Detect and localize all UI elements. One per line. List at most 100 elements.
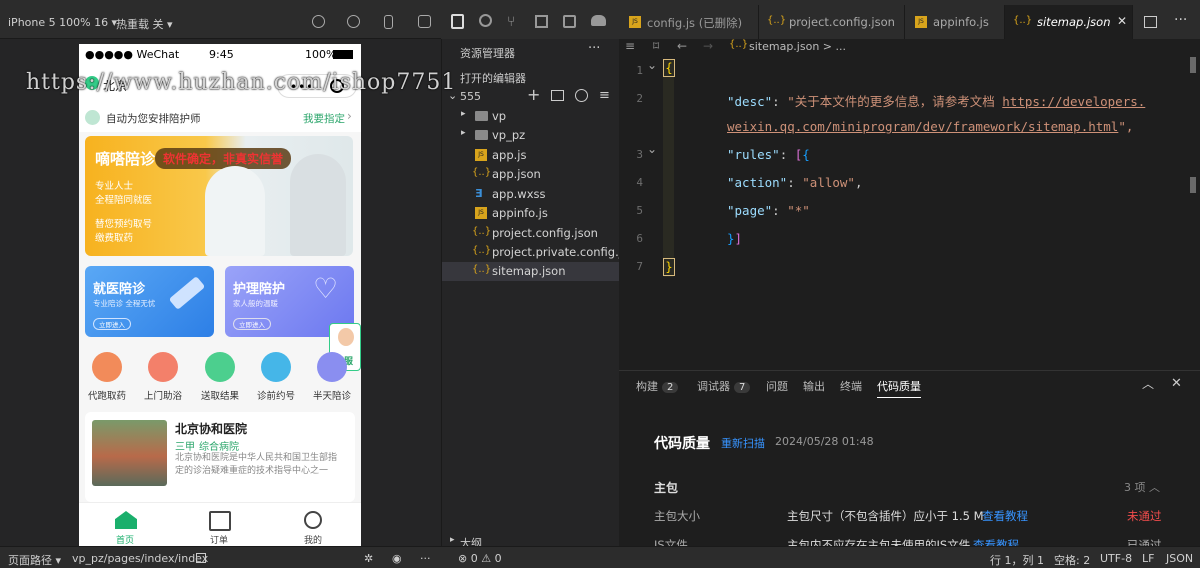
search-icon[interactable] <box>479 14 492 27</box>
file-row-appinfo-js[interactable]: JS appinfo.js <box>442 204 620 223</box>
file-row-app-wxss[interactable]: Ǝ app.wxss <box>442 185 620 204</box>
phone-icon[interactable] <box>384 15 393 29</box>
copy-icon[interactable] <box>196 553 206 563</box>
storage-icon[interactable] <box>563 15 576 28</box>
list-icon[interactable]: ≡ <box>625 39 635 53</box>
profile-icon[interactable] <box>304 511 322 529</box>
panel-close-icon[interactable]: ✕ <box>1171 376 1182 391</box>
editor-more-icon[interactable]: ··· <box>1174 12 1187 28</box>
service-icons: 代跑取药 上门助浴 送取结果 诊前约号 半天陪诊 <box>79 344 361 406</box>
card-nursing-button[interactable]: 立即进入 <box>233 318 271 330</box>
close-tab-icon[interactable]: ✕ <box>1117 14 1127 28</box>
open-editors[interactable]: 打开的编辑器 <box>460 70 526 86</box>
nurse-image <box>205 166 265 256</box>
panel-tab-debugger[interactable]: 调试器 7 <box>697 378 751 394</box>
fold-icon[interactable]: ⌄ <box>647 58 657 72</box>
banner-line-1: 专业人士 <box>95 181 134 192</box>
fold-icon[interactable]: ⌄ <box>647 142 657 156</box>
extensions-icon[interactable] <box>535 15 548 28</box>
tab-appinfo-js[interactable]: JS appinfo.js <box>905 5 1005 39</box>
file-row-project-config[interactable]: {..} project.config.json <box>442 224 620 243</box>
service-label-2[interactable]: 送取结果 <box>195 388 245 402</box>
scrollbar-thumb-2[interactable] <box>1190 177 1196 193</box>
refresh-explorer-icon[interactable] <box>575 89 588 102</box>
bookmark-icon[interactable]: ⌑ <box>653 39 659 53</box>
new-folder-icon[interactable] <box>551 90 564 101</box>
file-row-app-js[interactable]: JS app.js <box>442 146 620 165</box>
panel-tab-problems[interactable]: 问题 <box>766 378 788 394</box>
encoding[interactable]: UTF-8 <box>1100 552 1132 565</box>
page-path[interactable]: vp_pz/pages/index/index <box>72 552 208 565</box>
cursor-position[interactable]: 行 1，列 1 <box>990 552 1044 568</box>
cloud-icon[interactable] <box>591 15 606 26</box>
tab-order[interactable]: 订单 <box>210 533 228 546</box>
refresh-icon[interactable] <box>312 15 325 28</box>
back-icon[interactable]: ← <box>677 39 687 53</box>
panel-tab-output[interactable]: 输出 <box>803 378 825 394</box>
scrollbar-thumb[interactable] <box>1190 57 1196 73</box>
file-row-sitemap[interactable]: {..} sitemap.json <box>442 262 620 281</box>
service-label-4[interactable]: 半天陪诊 <box>307 388 357 402</box>
forward-icon[interactable]: → <box>703 39 713 53</box>
line-number: 3 <box>636 148 643 161</box>
docs-link-2[interactable]: weixin.qq.com/miniprogram/dev/framework/… <box>727 119 1118 134</box>
tab-sitemap-json[interactable]: {..} sitemap.json ✕ <box>1005 5 1133 39</box>
tab-home[interactable]: 首页 <box>116 533 134 546</box>
device-select[interactable]: iPhone 5 100% 16 ▾ <box>8 16 117 29</box>
tutorial-link[interactable]: 查看教程 <box>982 508 1028 524</box>
card-escort[interactable]: 就医陪诊 专业陪诊 全程无忧 立即进入 <box>85 266 214 337</box>
window-icon[interactable] <box>418 15 431 28</box>
panel-tab-build[interactable]: 构建 2 <box>636 378 679 394</box>
rescan-link[interactable]: 重新扫描 <box>721 435 765 451</box>
panel-tab-terminal[interactable]: 终端 <box>840 378 862 394</box>
split-editor-icon[interactable] <box>1144 16 1157 28</box>
service-label-0[interactable]: 代跑取药 <box>82 388 132 402</box>
section-count[interactable]: 3 项 ︿ <box>1124 479 1160 495</box>
indent-setting[interactable]: 空格: 2 <box>1054 552 1090 568</box>
eol[interactable]: LF <box>1142 552 1154 565</box>
new-file-icon[interactable]: + <box>527 85 540 104</box>
service-label-1[interactable]: 上门助浴 <box>138 388 188 402</box>
assign-link[interactable]: 我要指定 <box>303 111 345 126</box>
panel-tab-code-quality[interactable]: 代码质量 <box>877 378 921 398</box>
page-path-label[interactable]: 页面路径 ▾ <box>8 552 61 568</box>
bug-icon[interactable]: ✲ <box>364 552 373 565</box>
banner[interactable]: 嘀嗒陪诊 软件确定，非真实信誉 专业人士 全程陪同就医 替您预约取号 缴费取药 <box>85 136 353 256</box>
hot-reload-select[interactable]: 热重载 关 ▾ <box>116 16 173 32</box>
explorer-more-icon[interactable]: ··· <box>588 41 600 56</box>
appointment-icon[interactable] <box>261 352 291 382</box>
docs-link-1[interactable]: https://developers. <box>1002 94 1145 109</box>
file-row-vp-pz[interactable]: ▸ vp_pz <box>442 126 620 145</box>
hospital-card[interactable]: 北京协和医院 三甲 综合病院 北京协和医院是中华人民共和国卫生部指定的诊治疑难重… <box>85 412 355 502</box>
stop-icon[interactable] <box>347 15 360 28</box>
outline-chevron-icon[interactable]: ▸ <box>450 535 455 545</box>
tab-project-config[interactable]: {..} project.config.json <box>759 5 905 39</box>
git-icon[interactable]: ⑂ <box>507 14 515 30</box>
card-escort-button[interactable]: 立即进入 <box>93 318 131 330</box>
tab-mine[interactable]: 我的 <box>304 533 322 546</box>
files-icon[interactable] <box>451 14 464 29</box>
panel-maximize-icon[interactable]: ︿ <box>1142 375 1154 392</box>
order-icon[interactable] <box>209 511 231 531</box>
report-icon[interactable] <box>205 352 235 382</box>
tab-config-js[interactable]: JS config.js (已删除) <box>619 5 759 39</box>
breadcrumb-path[interactable]: sitemap.json > ... <box>749 40 846 53</box>
syringe-icon <box>168 276 206 310</box>
code-editor[interactable]: 1 2 3 4 5 6 7 ⌄ ⌄ { "desc": "关于本文件的更多信息，… <box>619 55 1200 370</box>
file-row-project-private[interactable]: {..} project.private.config.js... <box>442 243 639 262</box>
home-icon[interactable] <box>115 511 137 529</box>
more-icon[interactable]: ··· <box>420 552 431 565</box>
quality-heading: 代码质量 <box>654 436 710 452</box>
halfday-icon[interactable] <box>317 352 347 382</box>
collapse-icon[interactable]: ≡ <box>599 88 610 103</box>
medicine-icon[interactable] <box>92 352 122 382</box>
file-row-app-json[interactable]: {..} app.json <box>442 165 620 184</box>
problems-indicator[interactable]: ⊗ 0 ⚠ 0 <box>458 552 502 565</box>
service-label-3[interactable]: 诊前约号 <box>251 388 301 402</box>
project-name[interactable]: 555 <box>460 90 481 103</box>
eye-icon[interactable]: ◉ <box>392 552 402 565</box>
language-mode[interactable]: JSON <box>1166 552 1193 565</box>
file-row-vp[interactable]: ▸ vp <box>442 107 620 126</box>
bath-icon[interactable] <box>148 352 178 382</box>
rules-key: "rules" <box>727 147 780 162</box>
